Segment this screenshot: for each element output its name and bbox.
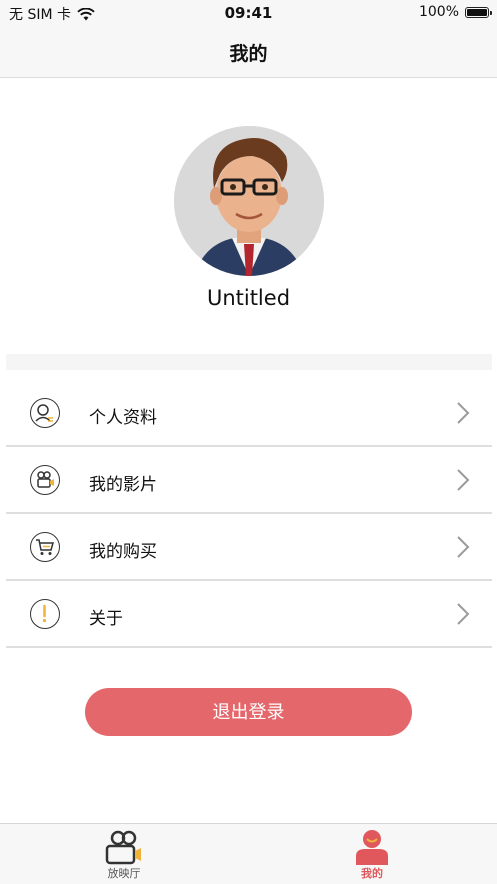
profile-icon <box>30 398 60 428</box>
menu-item-about[interactable]: 关于 <box>6 582 492 648</box>
chevron-right-icon <box>457 603 470 625</box>
avatar-illustration <box>174 126 324 276</box>
battery-percent: 100% <box>418 4 459 20</box>
chevron-right-icon <box>457 469 470 491</box>
status-bar: 无 SIM 卡 09:41 100% <box>0 0 497 26</box>
menu-label-profile: 个人资料 <box>89 408 157 428</box>
tab-screening-hall[interactable]: 放映厅 <box>64 824 184 884</box>
film-camera-icon <box>30 465 60 495</box>
menu-label-purchases: 我的购买 <box>89 542 157 562</box>
tab-label-screening-hall: 放映厅 <box>107 867 141 880</box>
battery-icon <box>465 6 492 18</box>
page-title: 我的 <box>229 43 268 65</box>
tab-bar: 放映厅 我的 <box>0 823 497 884</box>
username: Untitled <box>206 286 291 310</box>
menu-label-about: 关于 <box>89 609 123 629</box>
cart-icon <box>30 532 60 562</box>
menu-item-purchases[interactable]: 我的购买 <box>6 515 492 581</box>
status-right: 100% <box>418 4 492 20</box>
avatar[interactable] <box>174 126 324 276</box>
chevron-right-icon <box>457 402 470 424</box>
section-divider <box>6 354 492 370</box>
chevron-right-icon <box>457 536 470 558</box>
exclamation-icon <box>30 599 60 629</box>
menu-item-my-films[interactable]: 我的影片 <box>6 448 492 514</box>
settings-menu: 个人资料 我的影片 我的购买 关于 <box>6 381 492 648</box>
logout-button[interactable]: 退出登录 <box>85 688 412 736</box>
tab-mine[interactable]: 我的 <box>312 824 432 884</box>
menu-label-my-films: 我的影片 <box>89 475 157 495</box>
tab-label-mine: 我的 <box>361 867 383 880</box>
nav-bar: 我的 <box>0 26 497 78</box>
video-camera-icon <box>105 830 141 865</box>
person-icon <box>356 830 388 865</box>
menu-item-profile[interactable]: 个人资料 <box>6 381 492 447</box>
